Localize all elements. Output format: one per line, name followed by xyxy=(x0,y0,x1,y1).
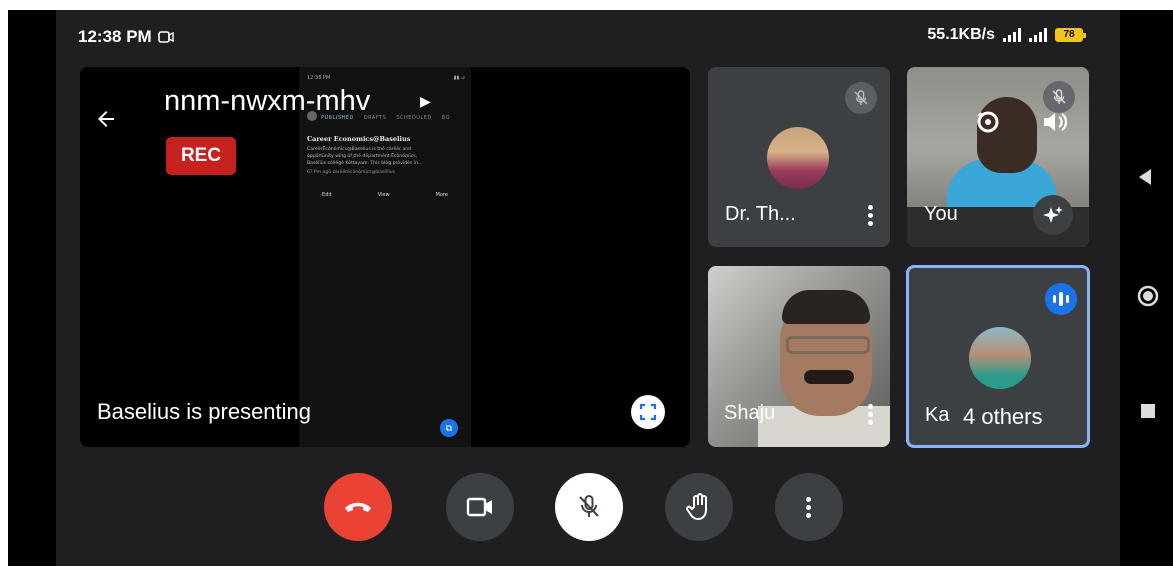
sparkle-icon xyxy=(1043,206,1063,223)
shared-status-bar: 12:38 PM ▮▮ ⊿ xyxy=(307,75,465,81)
speaking-indicator-icon xyxy=(1045,283,1077,315)
end-call-button[interactable] xyxy=(324,473,392,541)
fullscreen-button[interactable] xyxy=(631,395,665,429)
more-vert-icon xyxy=(806,496,812,518)
participant-name: You xyxy=(924,203,958,225)
mic-off-indicator xyxy=(845,82,877,114)
network-speed: 55.1KB/s xyxy=(927,26,995,43)
participant-tile-others[interactable]: Ka 4 others xyxy=(906,265,1090,448)
shared-post-line: Basëlïüs cõllëgë Kõttayam. This blõg prõ… xyxy=(307,161,421,166)
video-camera-icon xyxy=(466,497,492,517)
fullscreen-icon xyxy=(639,403,657,421)
participant-name: Dr. Th... xyxy=(725,203,796,225)
participant-tile-shaju[interactable]: Shaju xyxy=(708,266,890,447)
video-person-glasses xyxy=(786,336,870,354)
shared-post-line: CarеërЁcõnõmïcs@Baselius is thë carëër a… xyxy=(307,147,412,152)
more-options-button[interactable] xyxy=(775,473,843,541)
effects-button[interactable] xyxy=(1033,195,1073,235)
presentation-tile[interactable]: 12:38 PM ▮▮ ⊿ PUBLISHED DRAFTS SCHEDULED … xyxy=(80,67,690,447)
shared-tab: BO xyxy=(441,115,451,121)
signal-strength-icon-2 xyxy=(1029,28,1047,42)
screen-record-icon xyxy=(157,31,174,43)
nav-home-icon[interactable] xyxy=(1136,284,1160,308)
speaker-icon[interactable] xyxy=(1041,109,1069,135)
nav-back-icon[interactable] xyxy=(1135,167,1155,187)
mic-off-icon xyxy=(854,90,868,105)
video-person-hair xyxy=(782,290,870,324)
nav-recents-icon[interactable] xyxy=(1139,402,1157,420)
meeting-code[interactable]: nnm-nwxm-mhv xyxy=(164,85,370,118)
shared-post-meta: 6? Pm agõ carëërëcõnõmïcs@basëlïus xyxy=(307,170,396,175)
chevron-right-icon[interactable]: ▶ xyxy=(420,93,431,110)
status-indicators: 55.1KB/s 78 xyxy=(927,26,1086,44)
participant-tile-you[interactable]: You xyxy=(907,67,1089,247)
participant-name: Shaju xyxy=(724,402,776,424)
camera-toggle-button[interactable] xyxy=(446,473,514,541)
shared-tab: SCHEDULED xyxy=(396,115,432,121)
shared-screen-content: 12:38 PM ▮▮ ⊿ PUBLISHED DRAFTS SCHEDULED … xyxy=(299,67,471,447)
others-count[interactable]: 4 others xyxy=(949,396,1057,438)
shared-action: More xyxy=(435,192,448,198)
raise-hand-button[interactable] xyxy=(665,473,733,541)
shared-post-actions: Edit View More xyxy=(299,178,471,198)
more-vert-icon[interactable] xyxy=(868,205,874,229)
status-time: 12:38 PM xyxy=(78,27,174,47)
shared-action: View xyxy=(377,192,390,198)
avatar xyxy=(969,327,1031,389)
participant-tile-dr[interactable]: Dr. Th... xyxy=(708,67,890,247)
back-arrow-icon[interactable] xyxy=(94,107,118,131)
microphone-toggle-button[interactable] xyxy=(555,473,623,541)
clock: 12:38 PM xyxy=(78,27,152,46)
battery-icon: 78 xyxy=(1055,28,1086,42)
shared-post-line: õppõrtünïty wïng õf thë dëpartmënt Ëcõnõ… xyxy=(307,154,418,159)
shared-post-body: CarеërЁcõnõmïcs@Baselius is thë carëër a… xyxy=(299,146,471,167)
share-icon: ⧉ xyxy=(440,419,458,437)
mic-off-icon xyxy=(579,494,599,517)
shared-action: Edit xyxy=(322,192,332,198)
presenting-label: Baselius is presenting xyxy=(97,399,312,424)
participant-name: Ka xyxy=(925,404,950,426)
signal-strength-icon xyxy=(1003,28,1021,42)
phone-hangup-icon xyxy=(345,502,371,512)
mic-off-icon xyxy=(1052,89,1066,104)
recording-badge: REC xyxy=(166,137,236,175)
avatar xyxy=(767,127,829,189)
more-vert-icon[interactable] xyxy=(868,404,874,428)
hand-icon xyxy=(686,493,707,521)
switch-camera-icon[interactable] xyxy=(973,107,1003,137)
shared-post-title: Career Economics@Baselius xyxy=(307,135,411,143)
video-person-mustache xyxy=(804,370,854,384)
